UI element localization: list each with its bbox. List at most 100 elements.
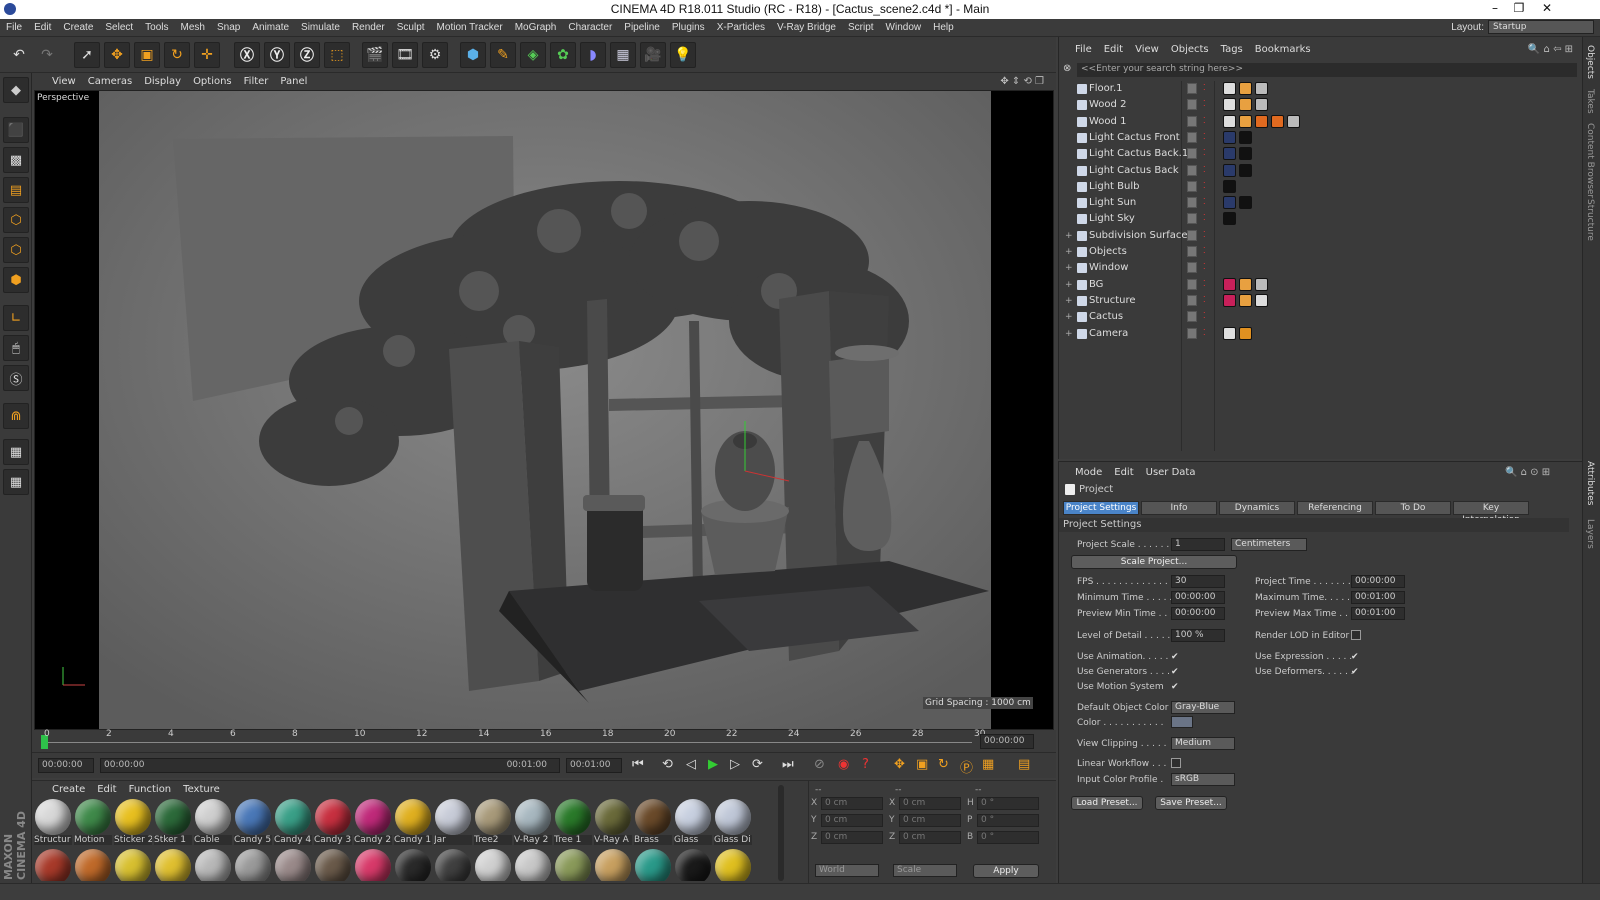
start-time-field[interactable]: 00:00:00: [38, 758, 94, 773]
menu-vray-bridge[interactable]: V-Ray Bridge: [771, 22, 842, 33]
key-parameter-icon[interactable]: Ⓟ: [960, 757, 973, 776]
project-time-field[interactable]: 00:00:00: [1351, 575, 1405, 588]
key-pla-icon[interactable]: ▦: [982, 757, 994, 772]
polygons-mode-icon[interactable]: ⬢: [3, 267, 29, 293]
visibility-dots-icon[interactable]: ⁚: [1203, 99, 1206, 108]
goto-end-icon[interactable]: ⏭: [782, 757, 794, 772]
subdivision-icon[interactable]: ◈: [520, 42, 546, 68]
scale-icon[interactable]: ▣: [134, 42, 160, 68]
menu-help[interactable]: Help: [927, 22, 960, 33]
workplane-lock-icon[interactable]: ▦: [3, 439, 29, 465]
object-tag-icon[interactable]: [1239, 277, 1252, 291]
axis-mode-icon[interactable]: ∟: [3, 305, 29, 331]
key-position-icon[interactable]: ✥: [894, 757, 905, 772]
default-object-color-dropdown[interactable]: Gray-Blue: [1171, 701, 1235, 714]
objects-menu-edit[interactable]: Edit: [1098, 44, 1129, 55]
object-tag-icon[interactable]: [1223, 277, 1236, 291]
tweak-mode-icon[interactable]: 🖱: [3, 335, 29, 361]
color-swatch[interactable]: [1171, 716, 1193, 728]
object-row[interactable]: + Camera ⁚: [1063, 326, 1579, 342]
material-swatch[interactable]: [474, 849, 512, 881]
objects-nav-icons[interactable]: 🔍 ⌂ ⇦ ⊞: [1522, 44, 1579, 55]
end-time-field[interactable]: 00:01:00: [566, 758, 622, 773]
material-swatch[interactable]: Candy 5: [234, 799, 272, 847]
render-lod-checkbox[interactable]: [1351, 630, 1361, 640]
move-icon[interactable]: ✥: [104, 42, 130, 68]
material-swatch[interactable]: [114, 849, 152, 881]
menu-edit[interactable]: Edit: [28, 22, 57, 33]
objects-menu-tags[interactable]: Tags: [1215, 44, 1249, 55]
menu-snap[interactable]: Snap: [211, 22, 246, 33]
material-swatch[interactable]: V-Ray A: [594, 799, 632, 847]
attr-nav-icons[interactable]: 🔍 ⌂ ⊙ ⊞: [1499, 467, 1556, 478]
viewport-menu-options[interactable]: Options: [187, 76, 238, 87]
select-arrow-icon[interactable]: ➚: [74, 42, 100, 68]
layer-flag-icon[interactable]: [1187, 278, 1197, 290]
object-row[interactable]: Light Cactus Back.1 ⁚: [1063, 146, 1579, 162]
level-of-detail-field[interactable]: 100 %: [1171, 629, 1225, 642]
object-row[interactable]: Light Sun ⁚: [1063, 195, 1579, 211]
x-axis-icon[interactable]: Ⓧ: [234, 42, 260, 68]
material-swatch[interactable]: [354, 849, 392, 881]
expand-icon[interactable]: +: [1065, 312, 1073, 322]
visibility-dots-icon[interactable]: ⁚: [1203, 197, 1206, 206]
visibility-dots-icon[interactable]: ⁚: [1203, 213, 1206, 222]
play-icon[interactable]: ▶: [708, 757, 718, 772]
prev-frame-icon[interactable]: ◁: [686, 757, 696, 772]
snap-magnet-icon[interactable]: ⋒: [3, 403, 29, 429]
visibility-dots-icon[interactable]: ⁚: [1203, 295, 1206, 304]
object-tag-icon[interactable]: [1223, 196, 1236, 210]
tab-project-settings[interactable]: Project Settings: [1063, 501, 1139, 515]
material-menu-function[interactable]: Function: [123, 784, 178, 795]
view-clipping-dropdown[interactable]: Medium: [1171, 737, 1235, 750]
material-swatch[interactable]: Glass: [674, 799, 712, 847]
layer-flag-icon[interactable]: [1187, 246, 1197, 257]
floor-icon[interactable]: ▦: [610, 42, 636, 68]
visibility-dots-icon[interactable]: ⁚: [1203, 132, 1206, 141]
coords-world-dropdown[interactable]: World: [815, 864, 879, 877]
material-swatch[interactable]: Glass Di: [714, 799, 752, 847]
coord-field[interactable]: 0 °: [977, 814, 1039, 827]
layout-dropdown[interactable]: Startup: [1488, 20, 1594, 34]
object-row[interactable]: + Cactus ⁚: [1063, 309, 1579, 325]
close-icon[interactable]: ✕: [1536, 0, 1558, 19]
object-row[interactable]: Light Cactus Back ⁚: [1063, 163, 1579, 179]
menu-x-particles[interactable]: X-Particles: [711, 22, 771, 33]
tab-dynamics[interactable]: Dynamics: [1219, 501, 1295, 515]
object-tag-icon[interactable]: [1223, 147, 1236, 161]
range-slider[interactable]: 00:00:00 00:01:00: [100, 758, 560, 773]
material-swatch[interactable]: Sticker 2: [114, 799, 152, 847]
material-swatch[interactable]: [394, 849, 432, 881]
grid-snap-icon[interactable]: ▦: [3, 469, 29, 495]
undo-icon[interactable]: ↶: [6, 42, 32, 68]
coord-field[interactable]: 0 °: [977, 797, 1039, 810]
side-tab-takes[interactable]: Takes: [1585, 89, 1595, 114]
record-keys-icon[interactable]: ⊘: [814, 757, 825, 772]
layer-flag-icon[interactable]: [1187, 311, 1197, 323]
material-scrollbar[interactable]: [778, 785, 784, 881]
edges-mode-icon[interactable]: ⬡: [3, 237, 29, 263]
record-icon[interactable]: ◉: [838, 757, 849, 772]
menu-motion-tracker[interactable]: Motion Tracker: [431, 22, 509, 33]
attr-menu-user-data[interactable]: User Data: [1140, 467, 1202, 478]
mograph-cloner-icon[interactable]: ✿: [550, 42, 576, 68]
save-preset-button[interactable]: Save Preset...: [1155, 796, 1227, 810]
timeline-ruler[interactable]: 024681012141618202224262830 00:00:00: [32, 729, 1056, 752]
material-swatch[interactable]: [34, 849, 72, 881]
objects-menu-file[interactable]: File: [1069, 44, 1098, 55]
tab-to-do[interactable]: To Do: [1375, 501, 1451, 515]
object-tag-icon[interactable]: [1223, 130, 1236, 144]
render-picture-viewer-icon[interactable]: 🎞: [392, 42, 418, 68]
object-row[interactable]: + BG ⁚: [1063, 277, 1579, 293]
material-swatch[interactable]: Candy 2: [354, 799, 392, 847]
side-tab-objects[interactable]: Objects: [1585, 45, 1595, 79]
expand-icon[interactable]: +: [1065, 247, 1073, 257]
attr-menu-mode[interactable]: Mode: [1069, 467, 1108, 478]
object-tag-icon[interactable]: [1239, 196, 1252, 210]
use-generators-checkbox[interactable]: ✔: [1171, 667, 1181, 677]
next-frame-icon[interactable]: ▷: [730, 757, 740, 772]
fps-field[interactable]: 30: [1171, 575, 1225, 588]
object-tag-icon[interactable]: [1223, 82, 1236, 95]
camera-icon[interactable]: 🎥: [640, 42, 666, 68]
object-tag-icon[interactable]: [1223, 98, 1236, 112]
